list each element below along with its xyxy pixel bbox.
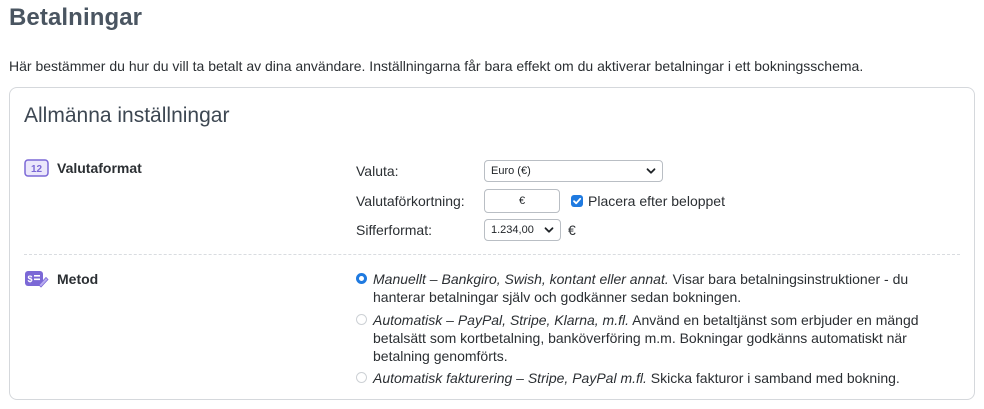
checkmark-icon bbox=[573, 197, 582, 205]
number-format-row: Sifferformat: 1.234,00 € bbox=[356, 219, 576, 241]
method-invoicing-radio[interactable] bbox=[356, 372, 367, 383]
chevron-down-icon bbox=[544, 225, 554, 235]
currency-format-label: Valutaformat bbox=[57, 160, 142, 176]
currency-select-value: Euro (€) bbox=[491, 165, 531, 177]
number-format-select[interactable]: 1.234,00 bbox=[484, 219, 561, 241]
page-title: Betalningar bbox=[9, 4, 143, 31]
page-description: Här bestämmer du hur du vill ta betalt a… bbox=[9, 58, 864, 74]
currency-label: Valuta: bbox=[356, 163, 399, 179]
currency-abbreviation-label: Valutaförkortning: bbox=[356, 193, 465, 209]
method-label: Metod bbox=[57, 271, 99, 287]
number-12-icon: 12 bbox=[24, 159, 49, 177]
number-format-label: Sifferformat: bbox=[356, 222, 432, 238]
currency-select[interactable]: Euro (€) bbox=[484, 160, 663, 182]
chevron-down-icon bbox=[646, 166, 656, 176]
method-section-label: $ Metod bbox=[24, 270, 98, 288]
method-option-automatic[interactable]: Automatisk – PayPal, Stripe, Klarna, m.f… bbox=[356, 311, 946, 365]
payments-page: Betalningar Här bestämmer du hur du vill… bbox=[0, 0, 984, 409]
section-divider bbox=[24, 254, 960, 255]
svg-text:12: 12 bbox=[31, 164, 43, 175]
currency-format-section-label: 12 Valutaformat bbox=[24, 159, 142, 177]
number-format-currency-symbol: € bbox=[568, 222, 576, 238]
method-automatic-radio[interactable] bbox=[356, 314, 367, 325]
svg-text:$: $ bbox=[27, 274, 32, 284]
method-option-title: Manuellt – Bankgiro, Swish, kontant elle… bbox=[373, 271, 669, 287]
general-settings-card: Allmänna inställningar 12 Valutaformat V… bbox=[9, 87, 975, 400]
card-title: Allmänna inställningar bbox=[24, 104, 230, 127]
payment-method-icon: $ bbox=[24, 270, 49, 288]
method-option-description: Skicka fakturor i samband med bokning. bbox=[650, 370, 900, 386]
method-option-title: Automatisk – PayPal, Stripe, Klarna, m.f… bbox=[373, 312, 629, 328]
method-option-invoicing[interactable]: Automatisk fakturering – Stripe, PayPal … bbox=[356, 369, 946, 387]
number-format-select-value: 1.234,00 bbox=[491, 224, 534, 236]
method-option-title: Automatisk fakturering – Stripe, PayPal … bbox=[373, 370, 647, 386]
method-option-manual[interactable]: Manuellt – Bankgiro, Swish, kontant elle… bbox=[356, 270, 946, 306]
currency-row: Valuta: Euro (€) bbox=[356, 160, 663, 182]
currency-abbreviation-input[interactable] bbox=[484, 189, 560, 213]
place-after-amount-label[interactable]: Placera efter beloppet bbox=[588, 193, 725, 209]
method-manual-radio[interactable] bbox=[356, 273, 367, 284]
currency-abbreviation-row: Valutaförkortning: Placera efter beloppe… bbox=[356, 189, 725, 213]
place-after-amount-checkbox[interactable] bbox=[571, 195, 583, 207]
